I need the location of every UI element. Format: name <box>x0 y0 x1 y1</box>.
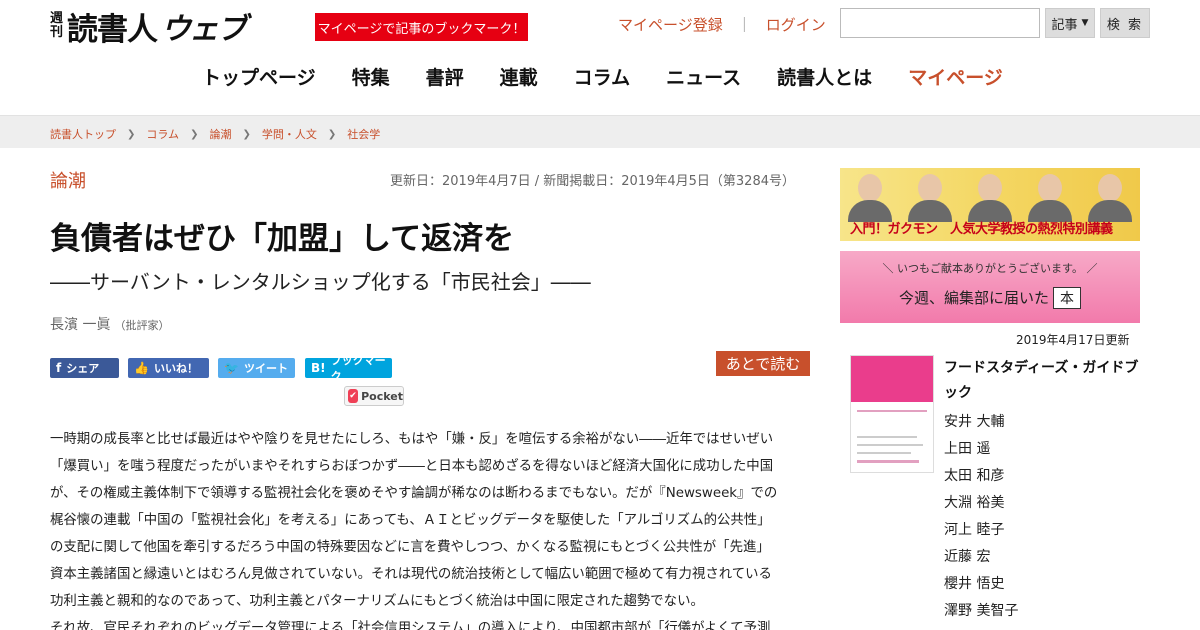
thumbs-up-icon: 👍 <box>134 361 149 375</box>
article-subtitle: ――サーバント・レンタルショップ化する「市民社会」―― <box>50 270 591 294</box>
breadcrumb: 読書人トップ ❯ コラム ❯ 論潮 ❯ 学問・人文 ❯ 社会学 <box>50 126 380 142</box>
article-category[interactable]: 論潮 <box>50 167 86 193</box>
nav-item-news[interactable]: ニュース <box>666 63 741 90</box>
body-line: の支配に関して他国を牽引するだろう中国の特殊要因などに言を費やしつつ、かくなる監… <box>50 540 770 555</box>
chevron-down-icon: ▼ <box>1081 18 1089 28</box>
breadcrumb-item-humanities[interactable]: 学問・人文 <box>262 126 317 142</box>
article-dates: 更新日：2019年4月7日 / 新聞掲載日：2019年4月5日（第3284号） <box>390 174 795 189</box>
twitter-tweet-button[interactable]: 🐦 ツイート <box>218 358 295 378</box>
banner-people-photo <box>840 168 1140 222</box>
nav-item-mypage[interactable]: マイページ <box>908 63 1003 90</box>
body-line: 功利主義と親和的なのであって、功利主義とパターナリズムにもとづく統治は中国に限定… <box>50 594 704 609</box>
book-author: 大淵 裕美 <box>944 495 1005 511</box>
author-name[interactable]: 長濱 一眞 <box>50 317 110 333</box>
facebook-like-button[interactable]: 👍 いいね！ <box>128 358 209 378</box>
chevron-right-icon: ❯ <box>242 128 251 140</box>
gakumon-lecture-banner[interactable]: 入門！ガクモン 人気大学教授の熱烈特別講義 <box>840 168 1140 241</box>
breadcrumb-item-column[interactable]: コラム <box>146 126 179 142</box>
mypage-bookmark-banner[interactable]: マイページで記事のブックマーク！ <box>315 13 528 41</box>
hatena-icon: B! <box>311 361 326 375</box>
book-author: 河上 睦子 <box>944 522 1005 538</box>
hatena-bookmark-button[interactable]: B! ブックマーク <box>305 354 392 383</box>
pocket-button[interactable]: ✔ Pocket <box>344 386 404 406</box>
banner-thanks-text: ＼ いつもご献本ありがとうございます。 ／ <box>882 262 1098 275</box>
article-body: 一時期の成長率と比せば最近はやや陰りを見せたにしろ、もはや「嫌・反」を喧伝する余… <box>50 426 812 630</box>
nav-item-column[interactable]: コラム <box>574 63 630 90</box>
author-role: （批評家） <box>114 319 170 332</box>
logo-main-text: 読書人 <box>67 11 158 48</box>
breadcrumb-item-ronchou[interactable]: 論潮 <box>209 126 231 142</box>
nav-item-feature[interactable]: 特集 <box>352 63 390 90</box>
received-books-banner[interactable]: ＼ いつもご献本ありがとうございます。 ／ 今週、編集部に届いた本 <box>840 251 1140 323</box>
twitter-bird-icon: 🐦 <box>224 361 239 375</box>
body-line: それ故、官民それぞれのビッグデータ管理による「社会信用システム」の導入により、中… <box>50 621 771 630</box>
nav-item-serial[interactable]: 連載 <box>500 63 538 90</box>
search-button[interactable]: 検 索 <box>1100 8 1150 38</box>
account-links: マイページ登録 ｜ ログイン <box>618 14 826 35</box>
book-author: 上田 遥 <box>944 441 991 457</box>
book-title[interactable]: フードスタディーズ・ガイドブック <box>944 356 1140 406</box>
article-title: 負債者はぜひ「加盟」して返済を <box>50 221 515 257</box>
body-line: 資本主義諸国と縁遠いとはむろん見做されていない。それは現代の統治技術として幅広い… <box>50 567 772 582</box>
book-authors: 安井 大輔 上田 遥 太田 和彦 大淵 裕美 河上 睦子 近藤 宏 櫻井 悟史 … <box>944 409 1018 625</box>
pocket-icon: ✔ <box>348 389 359 403</box>
nav-item-review[interactable]: 書評 <box>426 63 464 90</box>
breadcrumb-item-sociology[interactable]: 社会学 <box>347 126 380 142</box>
book-cover-image[interactable] <box>850 355 934 473</box>
facebook-icon: f <box>56 361 62 375</box>
breadcrumb-bar: 読書人トップ ❯ コラム ❯ 論潮 ❯ 学問・人文 ❯ 社会学 <box>0 115 1200 148</box>
book-label: 本 <box>1053 287 1081 309</box>
mypage-register-link[interactable]: マイページ登録 <box>618 14 723 35</box>
facebook-share-button[interactable]: f シェア <box>50 358 119 378</box>
sidebar-updated-date: 2019年4月17日更新 <box>1016 333 1130 347</box>
login-link[interactable]: ログイン <box>766 14 826 35</box>
body-line: 梶谷懐の連載「中国の「監視社会化」を考える」にあっても、ＡＩとビッグデータを駆使… <box>50 513 771 528</box>
body-line: 一時期の成長率と比せば最近はやや陰りを見せたにしろ、もはや「嫌・反」を喧伝する余… <box>50 432 774 447</box>
site-logo[interactable]: 週 刊 読書人 ウェブ <box>50 6 247 48</box>
logo-weekly: 週 刊 <box>50 11 64 40</box>
body-line: 「爆買い」を嗤う程度だったがいまやそれすらおぼつかず――と日本も認めざるを得ない… <box>50 459 774 474</box>
article-author: 長濱 一眞 （批評家） <box>50 314 169 334</box>
nav-item-top[interactable]: トップページ <box>202 63 316 90</box>
search-input[interactable] <box>840 8 1040 38</box>
book-author: 澤野 美智子 <box>944 603 1019 619</box>
read-later-button[interactable]: あとで読む <box>716 351 810 376</box>
link-separator: ｜ <box>736 16 752 34</box>
chevron-right-icon: ❯ <box>190 128 199 140</box>
logo-web-text: ウェブ <box>161 12 247 47</box>
banner-main-text: 今週、編集部に届いた本 <box>840 287 1140 309</box>
chevron-right-icon: ❯ <box>327 128 337 140</box>
body-line: が、その権威主義体制下で領導する監視社会化を褒めそやす論調が稀なのは断わるまでも… <box>50 486 778 501</box>
book-author: 太田 和彦 <box>944 468 1005 484</box>
breadcrumb-item-home[interactable]: 読書人トップ <box>50 126 116 142</box>
global-nav: トップページ 特集 書評 連載 コラム ニュース 読書人とは マイページ <box>202 63 1039 90</box>
book-author: 近藤 宏 <box>944 549 991 565</box>
nav-item-about[interactable]: 読書人とは <box>777 63 872 90</box>
search-scope-select[interactable]: 記事 ▼ <box>1045 8 1095 38</box>
book-author: 安井 大輔 <box>944 414 1005 430</box>
chevron-right-icon: ❯ <box>127 128 136 140</box>
banner-caption: 入門！ガクモン 人気大学教授の熱烈特別講義 <box>850 222 1113 237</box>
book-author: 櫻井 悟史 <box>944 576 1005 592</box>
